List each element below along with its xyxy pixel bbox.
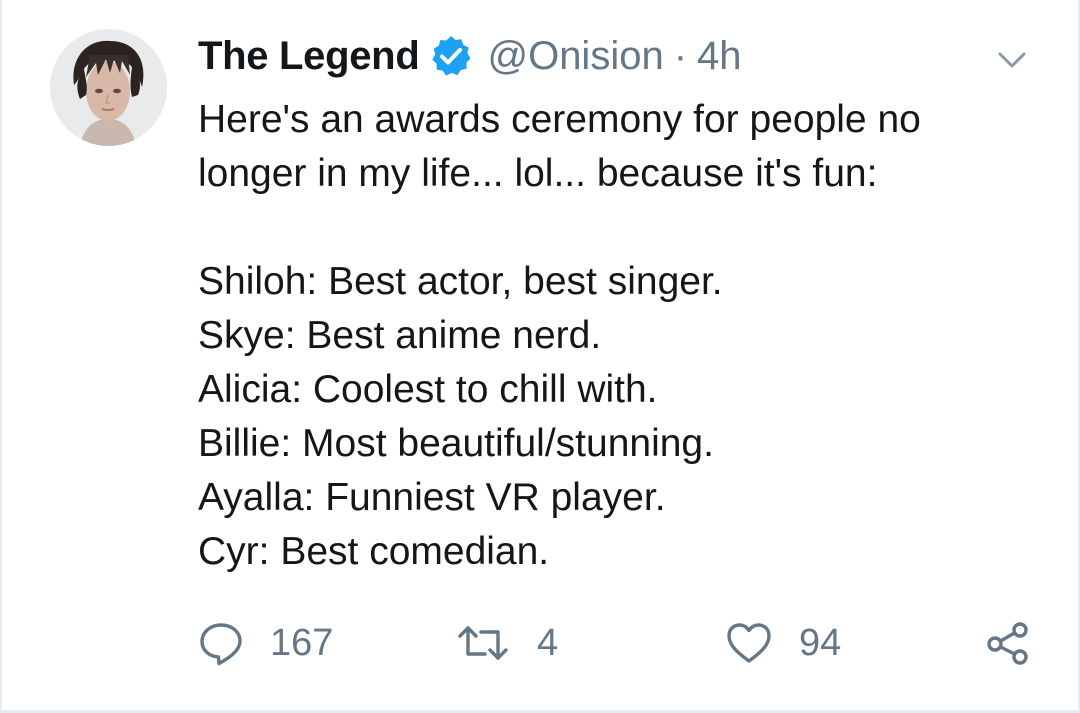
- like-button[interactable]: 94: [725, 615, 841, 671]
- like-count: 94: [799, 621, 842, 664]
- timestamp[interactable]: 4h: [697, 34, 742, 79]
- tweet-text-line: Billie: Most beautiful/stunning.: [198, 422, 714, 465]
- reply-button[interactable]: 167: [198, 615, 333, 671]
- verified-badge-icon: [429, 34, 473, 78]
- tweet-text-line: Here's an awards ceremony for people no: [198, 98, 921, 141]
- like-icon: [725, 620, 773, 666]
- retweet-icon: [455, 620, 511, 666]
- reply-icon: [198, 620, 244, 666]
- tweet-text-line: Skye: Best anime nerd.: [198, 314, 602, 357]
- avatar[interactable]: [50, 29, 167, 146]
- share-button[interactable]: [984, 615, 1032, 671]
- author-handle[interactable]: @Onision: [487, 34, 663, 79]
- reply-count: 167: [270, 621, 334, 664]
- tweet-actions: 167 4 94: [198, 615, 1038, 671]
- tweet-card[interactable]: The Legend @Onision · 4h Here's an award…: [0, 0, 1080, 713]
- tweet-header: The Legend @Onision · 4h: [198, 30, 742, 82]
- tweet-text-line: Cyr: Best comedian.: [198, 530, 550, 573]
- retweet-button[interactable]: 4: [455, 615, 558, 671]
- tweet-text-line: Shiloh: Best actor, best singer.: [198, 260, 723, 303]
- separator-dot: ·: [673, 33, 688, 78]
- author-display-name[interactable]: The Legend: [198, 34, 420, 79]
- tweet-text-line: Alicia: Coolest to chill with.: [198, 368, 658, 411]
- tweet-text-line: longer in my life... lol... because it's…: [198, 152, 878, 195]
- retweet-count: 4: [537, 621, 559, 664]
- share-icon: [984, 619, 1032, 667]
- tweet-text-line: Ayalla: Funniest VR player.: [198, 476, 666, 519]
- tweet-text: Here's an awards ceremony for people no …: [198, 93, 1038, 579]
- chevron-down-icon[interactable]: [994, 42, 1030, 78]
